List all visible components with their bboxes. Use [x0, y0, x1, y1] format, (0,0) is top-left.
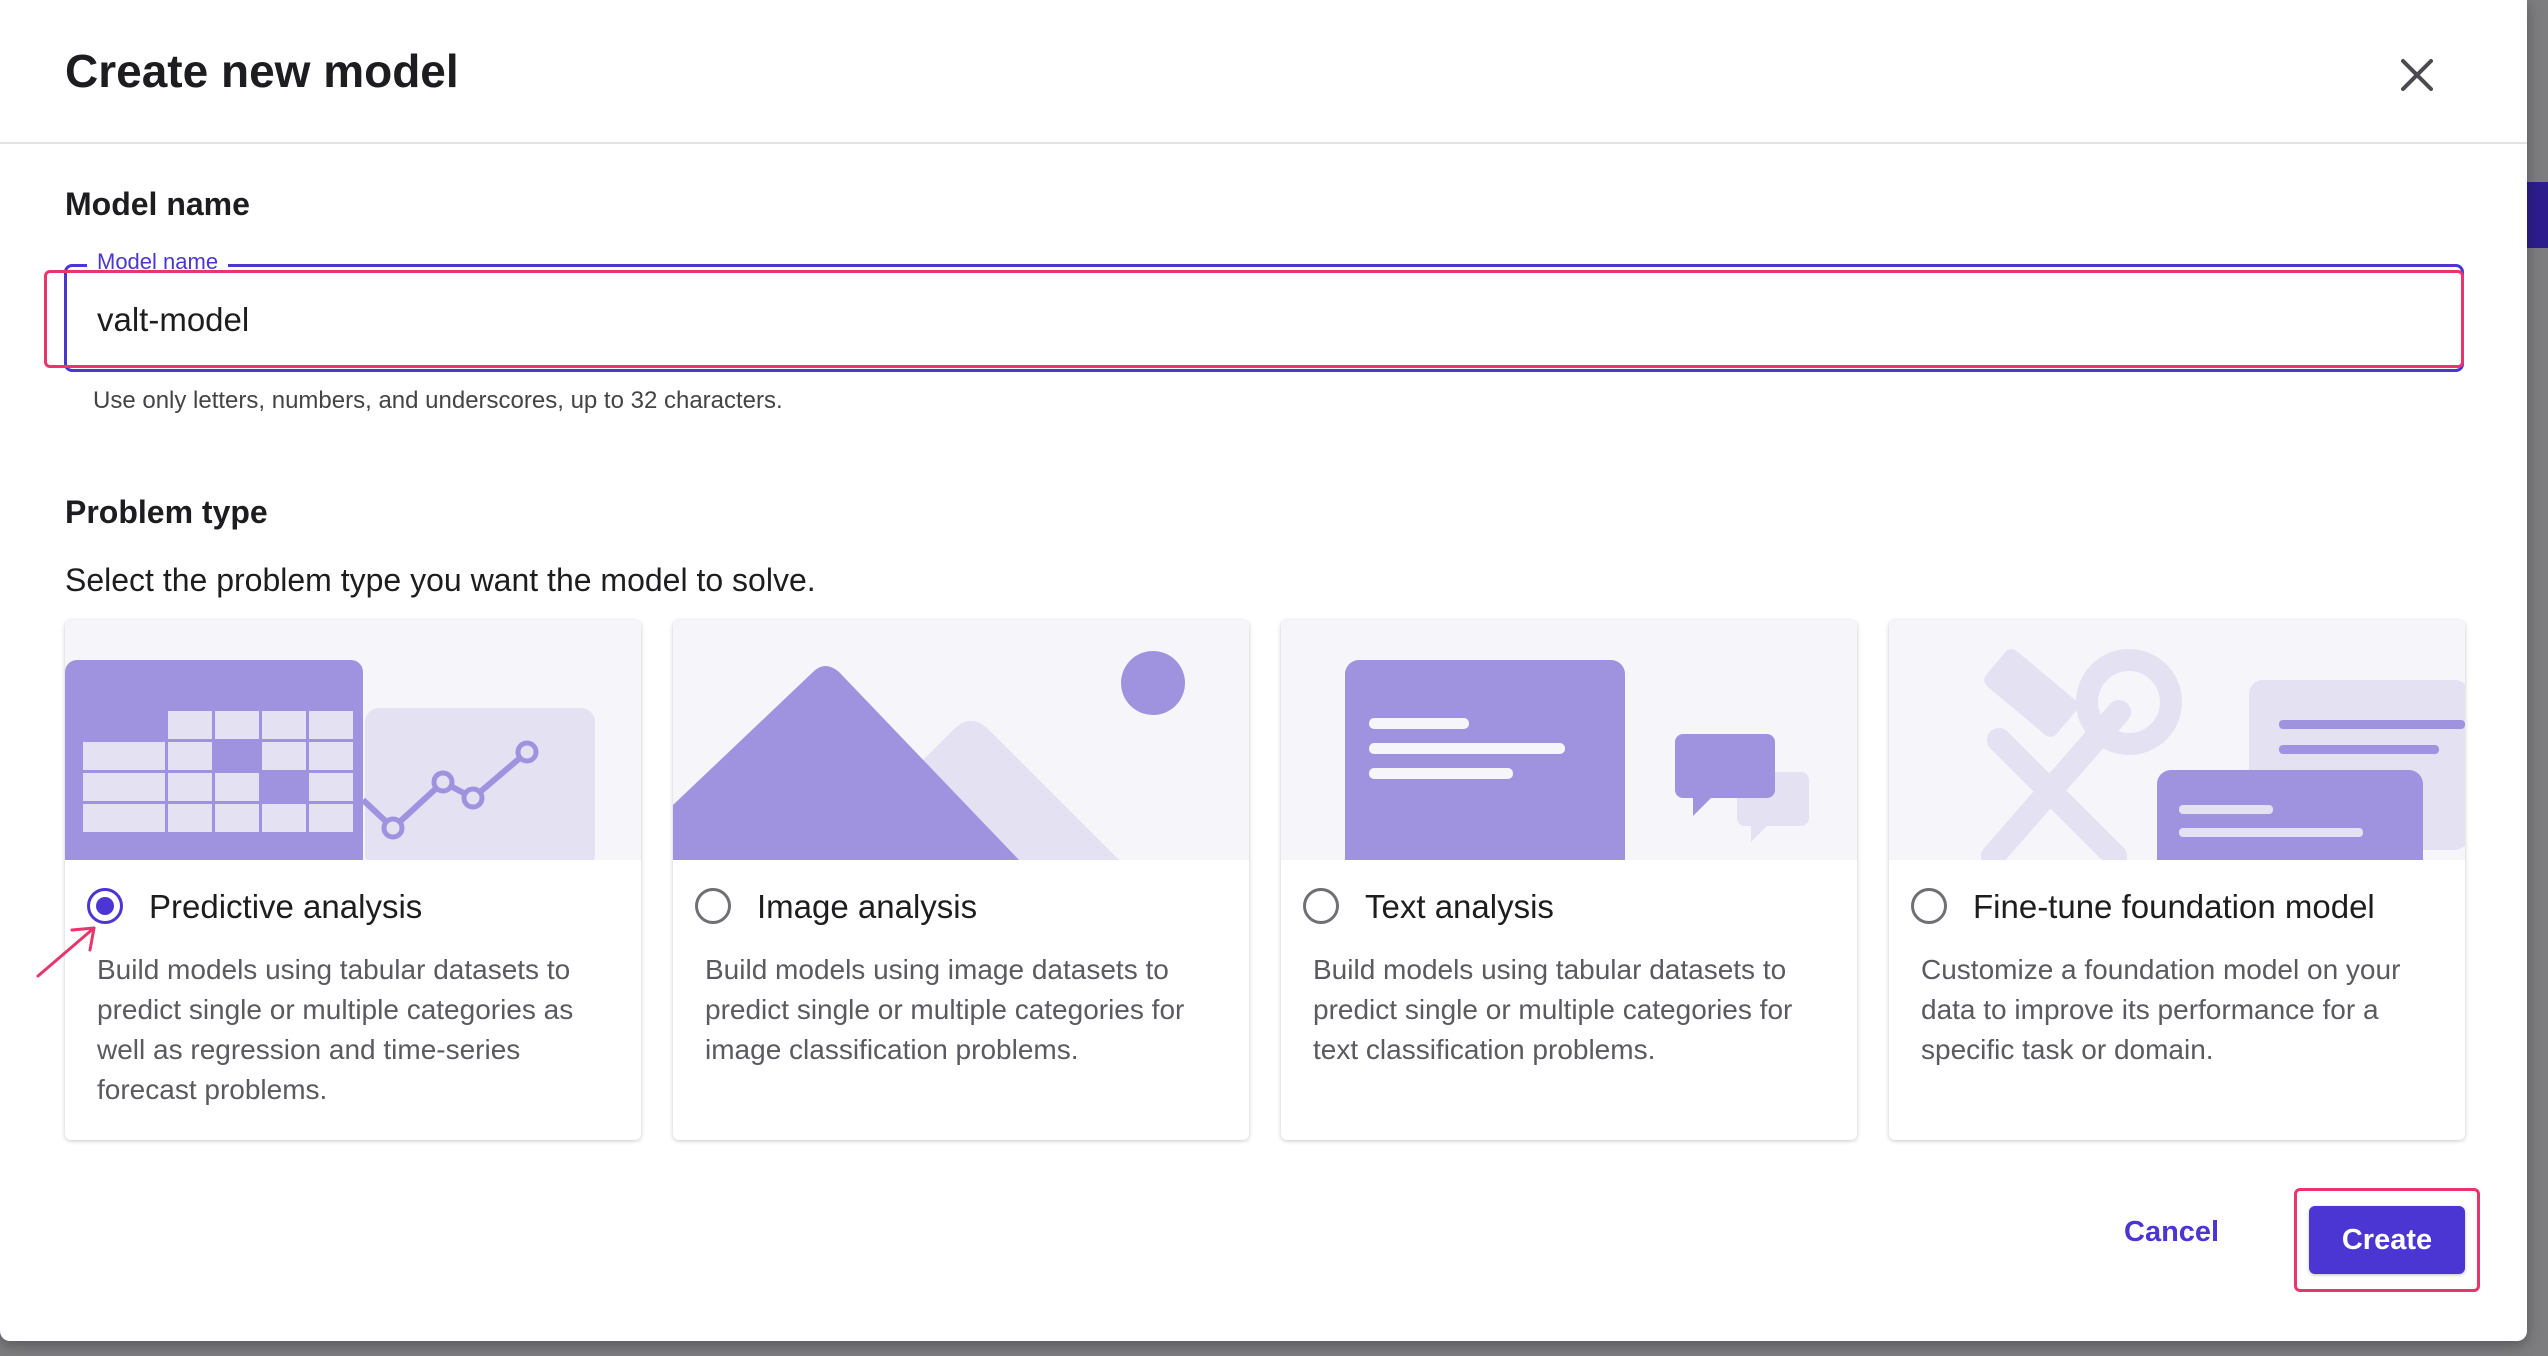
model-name-helper-text: Use only letters, numbers, and underscor…	[93, 387, 783, 414]
predictive-analysis-label: Predictive analysis	[149, 888, 423, 925]
text-analysis-radio[interactable]	[1303, 888, 1339, 924]
text-analysis-description: Build models using tabular datasets to p…	[1313, 954, 1793, 1065]
dialog-header: Create new model	[0, 0, 2527, 144]
image-analysis-radio[interactable]	[695, 888, 731, 924]
predictive-analysis-description: Build models using tabular datasets to p…	[97, 954, 574, 1105]
fine-tune-radio[interactable]	[1911, 888, 1947, 924]
highlight-annotation-input	[44, 270, 2464, 368]
annotation-arrow	[34, 920, 104, 985]
image-analysis-description: Build models using image datasets to pre…	[705, 954, 1185, 1065]
cancel-button[interactable]: Cancel	[2124, 1216, 2219, 1249]
dialog-title: Create new model	[65, 45, 459, 97]
fine-tune-description: Customize a foundation model on your dat…	[1921, 954, 2401, 1065]
highlight-annotation-create	[2294, 1188, 2480, 1292]
create-model-dialog: Create new model Model name Model name U…	[0, 0, 2527, 1341]
fine-tune-label: Fine-tune foundation model	[1973, 888, 2375, 925]
card-fine-tune-foundation-model[interactable]: Fine-tune foundation model Customize a f…	[1889, 620, 2465, 1140]
card-predictive-analysis[interactable]: Predictive analysis Build models using t…	[65, 620, 641, 1140]
image-analysis-label: Image analysis	[757, 888, 978, 925]
text-analysis-label: Text analysis	[1365, 888, 1554, 925]
predictive-analysis-radio[interactable]	[87, 888, 123, 924]
close-icon	[2401, 59, 2433, 91]
problem-type-subtitle: Select the problem type you want the mod…	[65, 562, 816, 598]
model-name-heading: Model name	[65, 186, 250, 222]
close-button[interactable]	[2392, 50, 2442, 100]
text-analysis-illustration	[1281, 620, 1857, 860]
predictive-analysis-illustration	[65, 620, 641, 860]
card-text-analysis[interactable]: Text analysis Build models using tabular…	[1281, 620, 1857, 1140]
problem-type-heading: Problem type	[65, 494, 268, 530]
image-analysis-illustration	[673, 620, 1249, 860]
card-image-analysis[interactable]: Image analysis Build models using image …	[673, 620, 1249, 1140]
fine-tune-illustration	[1889, 620, 2465, 860]
